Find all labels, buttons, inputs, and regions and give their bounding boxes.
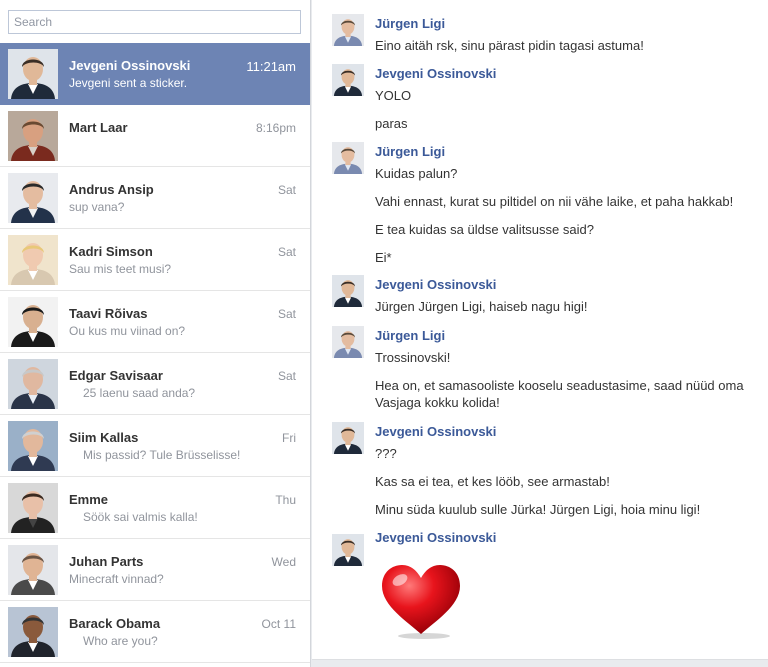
sender-avatar[interactable] [332,275,364,307]
conversation-time: Fri [282,431,296,445]
search-input[interactable] [8,10,301,34]
message-thread: Jürgen Ligi Eino aitäh rsk, sinu pärast p… [312,0,768,660]
conversation-snippet: 25 laenu saad anda? [83,386,196,400]
conversation-name: Edgar Savisaar [69,368,163,383]
conversation-item[interactable]: Siim Kallas Fri Mis passid? Tule Brüssel… [0,415,310,477]
avatar [8,483,58,533]
conversation-name: Jevgeni Ossinovski [69,58,191,73]
message-text: Ei* [375,250,392,265]
conversation-name: Barack Obama [69,616,161,631]
message-text: Vahi ennast, kurat su piltidel on nii vä… [375,194,734,209]
sender-avatar[interactable] [332,14,364,46]
conversation-time: Thu [275,493,296,507]
conversation-name: Siim Kallas [69,430,139,445]
conversation-name: Kadri Simson [69,244,153,259]
conversation-list: Jevgeni Ossinovski 11:21am Jevgeni sent … [0,43,310,663]
message-text: Vasjaga kokku kolida! [375,395,500,410]
conversation-name: Emme [69,492,109,507]
avatar [8,49,58,99]
message-text: Jürgen Jürgen Ligi, haiseb nagu higi! [375,299,588,314]
conversation-name: Mart Laar [69,120,128,135]
message-text: Kuidas palun? [375,166,458,181]
conversation-time: 8:16pm [255,121,296,135]
conversation-name: Juhan Parts [69,554,144,569]
conversation-snippet: Sau mis teet musi? [69,262,172,276]
avatar [8,173,58,223]
conversation-name: Taavi Rõivas [69,306,148,321]
conversation-time: Sat [277,369,296,383]
sender-avatar[interactable] [332,422,364,454]
conversation-item[interactable]: Juhan Parts Wed Minecraft vinnad? [0,539,310,601]
conversation-time: 11:21am [246,59,296,74]
conversation-name: Andrus Ansip [69,182,154,197]
sender-name[interactable]: Jürgen Ligi [375,144,445,159]
conversation-item[interactable]: Edgar Savisaar Sat 25 laenu saad anda? [0,353,310,415]
message-text: Kas sa ei tea, et kes lööb, see armastab… [375,474,610,489]
avatar [8,421,58,471]
avatar [8,359,58,409]
sender-name[interactable]: Jevgeni Ossinovski [375,424,496,439]
sender-name[interactable]: Jevgeni Ossinovski [375,277,496,292]
message-text: Hea on, et samasooliste kooselu seadusta… [375,378,744,393]
conversation-time: Wed [271,555,296,569]
message-text: E tea kuidas sa üldse valitsusse said? [375,222,594,237]
conversation-item[interactable]: Andrus Ansip Sat sup vana? [0,167,310,229]
conversation-item[interactable]: Mart Laar 8:16pm [0,105,310,167]
conversation-item[interactable]: Emme Thu Söök sai valmis kalla! [0,477,310,539]
sender-avatar[interactable] [332,142,364,174]
sender-avatar[interactable] [332,64,364,96]
conversation-sidebar: Jevgeni Ossinovski 11:21am Jevgeni sent … [0,0,311,667]
conversation-snippet: Minecraft vinnad? [69,572,164,586]
message-text: Minu süda kuulub sulle Jürka! Jürgen Lig… [375,502,701,517]
conversation-snippet: Who are you? [83,634,158,648]
conversation-snippet: Mis passid? Tule Brüsselisse! [83,448,241,462]
conversation-time: Oct 11 [261,617,296,631]
conversation-time: Sat [277,307,296,321]
heart-sticker-icon [378,562,464,640]
conversation-snippet: Jevgeni sent a sticker. [69,76,188,90]
message-text: ??? [375,446,397,461]
sender-name[interactable]: Jürgen Ligi [375,16,445,31]
avatar [8,545,58,595]
avatar [8,297,58,347]
message-text: paras [375,116,408,131]
avatar [8,607,58,657]
conversation-snippet: sup vana? [69,200,125,214]
avatar [8,235,58,285]
sender-name[interactable]: Jevgeni Ossinovski [375,66,496,81]
conversation-item[interactable]: Jevgeni Ossinovski 11:21am Jevgeni sent … [0,43,310,105]
sender-name[interactable]: Jürgen Ligi [375,328,445,343]
sender-avatar[interactable] [332,326,364,358]
message-text: Trossinovski! [375,350,451,365]
conversation-item[interactable]: Taavi Rõivas Sat Ou kus mu viinad on? [0,291,310,353]
conversation-item[interactable]: Kadri Simson Sat Sau mis teet musi? [0,229,310,291]
sender-name[interactable]: Jevgeni Ossinovski [375,530,496,545]
message-text: YOLO [375,88,412,103]
avatar [8,111,58,161]
conversation-time: Sat [277,183,296,197]
conversation-time: Sat [277,245,296,259]
message-text: Eino aitäh rsk, sinu pärast pidin tagasi… [375,38,644,53]
conversation-snippet: Ou kus mu viinad on? [69,324,186,338]
conversation-snippet: Söök sai valmis kalla! [83,510,198,524]
sender-avatar[interactable] [332,534,364,566]
conversation-item[interactable]: Barack Obama Oct 11 Who are you? [0,601,310,663]
